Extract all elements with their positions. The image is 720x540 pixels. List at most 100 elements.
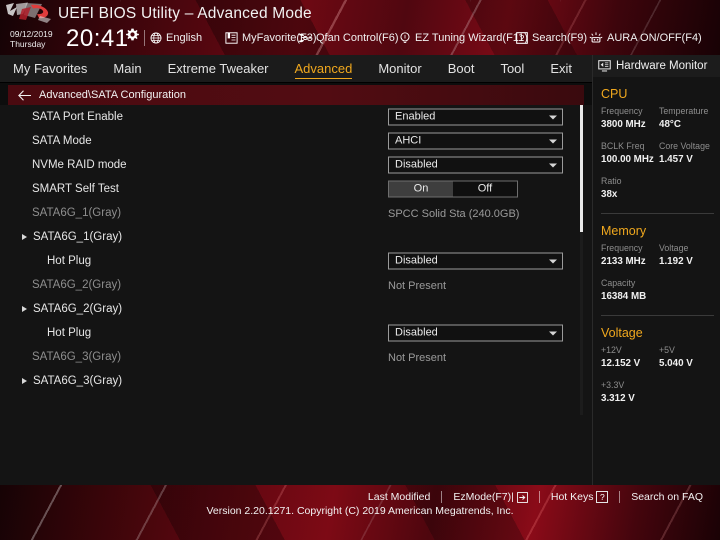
tab-boot[interactable]: Boot [435,55,488,83]
setting-dropdown[interactable]: Disabled [388,324,563,342]
date-value: 09/12/2019 [10,29,53,39]
sidebar-section-title: Memory [601,224,647,238]
header-separator [144,30,145,46]
chevron-down-icon [549,115,557,119]
gear-icon[interactable] [126,28,139,41]
setting-static-value: Not Present [388,352,447,364]
smart-self-test-toggle[interactable]: On Off [388,180,518,198]
setting-label: Hot Plug [47,327,92,339]
search-button[interactable]: ? Search(F9) [516,30,587,46]
footer-action-label: EzMode(F7)| [453,491,514,503]
setting-label: NVMe RAID mode [32,159,127,171]
main-tab-bar: My Favorites Main Extreme Tweaker Advanced M… [0,55,592,83]
exit-arrow-icon [516,491,528,503]
back-arrow-icon[interactable] [18,89,31,101]
dropdown-value: Disabled [395,158,438,171]
dropdown-value: Enabled [395,110,436,123]
setting-label-text: SATA6G_2(Gray) [33,303,123,315]
setting-dropdown[interactable]: AHCI [388,132,563,150]
expand-triangle-icon[interactable] [22,378,27,384]
tab-extreme-tweaker[interactable]: Extreme Tweaker [155,55,282,83]
metric-key: Temperature [659,106,709,116]
metric-value: 1.457 V [659,154,693,165]
setting-row[interactable]: SATA6G_3(Gray) Not Present [0,345,570,369]
setting-row[interactable]: Hot Plug Disabled [0,249,570,273]
search-label: Search(F9) [532,32,588,44]
expand-triangle-icon[interactable] [22,234,27,240]
metric-key: +5V [659,345,675,355]
ez-tuning-wizard-button[interactable]: EZ Tuning Wizard(F11) [399,30,528,46]
metric-value: 3800 MHz [601,119,646,130]
setting-dropdown[interactable]: Disabled [388,156,563,174]
breadcrumb[interactable]: Advanced\SATA Configuration [8,85,584,105]
setting-label: SATA Mode [32,135,92,147]
footer-hotkey-badge: ? [596,491,609,503]
sidebar-metric: +12V 12.152 V [601,344,659,371]
footer-action-hot-keys[interactable]: Hot Keys? [540,491,619,503]
tab-advanced[interactable]: Advanced [282,55,366,83]
metric-value: 100.00 MHz [601,154,654,165]
globe-icon [150,32,162,44]
footer-action-last-modified[interactable]: Last Modified [357,491,441,503]
setting-row[interactable]: SATA Port Enable Enabled [0,105,570,129]
ez-tuning-label: EZ Tuning Wizard(F11) [415,32,528,44]
sidebar-metric: Capacity 16384 MB [601,277,659,304]
footer-bar: Last Modified EzMode(F7)| Hot Keys? Search … [0,485,720,540]
metric-key: BCLK Freq [601,141,645,151]
setting-row[interactable]: SATA6G_2(Gray) Not Present [0,273,570,297]
dropdown-value: AHCI [395,134,422,147]
aura-toggle-button[interactable]: AURA ON/OFF(F4) [589,30,702,46]
expand-triangle-icon[interactable] [22,306,27,312]
tab-exit[interactable]: Exit [537,55,585,83]
toggle-on-option[interactable]: On [389,181,453,197]
version-text: Version 2.20.1271. Copyright (C) 2019 Am… [206,505,514,517]
sidebar-metric-row: Ratio 38x [593,175,720,202]
language-button[interactable]: English [150,30,202,46]
setting-row[interactable]: SATA6G_3(Gray) [0,369,570,393]
setting-row[interactable]: NVMe RAID mode Disabled [0,153,570,177]
setting-row[interactable]: Hot Plug Disabled [0,321,570,345]
fan-icon [298,33,312,43]
footer-action-label: Last Modified [367,491,431,503]
sidebar-metric-row: +3.3V 3.312 V [593,379,720,406]
chevron-down-icon [549,163,557,167]
chevron-down-icon [549,259,557,263]
metric-key: Voltage [659,243,689,253]
setting-dropdown[interactable]: Enabled [388,108,563,126]
footer-action-ezmode-f7[interactable]: EzMode(F7)| [442,491,539,503]
qfan-control-button[interactable]: Qfan Control(F6) [297,30,399,46]
footer-action-label: Hot Keys [550,491,594,503]
setting-row[interactable]: SATA6G_1(Gray) [0,225,570,249]
setting-row[interactable]: SMART Self Test On Off [0,177,570,201]
metric-key: +3.3V [601,380,625,390]
aura-light-icon [589,31,603,42]
sidebar-metric: Frequency 3800 MHz [601,105,659,132]
setting-row[interactable]: SATA6G_2(Gray) [0,297,570,321]
settings-list: SATA Port Enable Enabled SATA Mode AHCI NVMe… [0,105,570,393]
setting-static-value: SPCC Solid Sta (240.0GB) [388,208,520,220]
sidebar-body: CPU Frequency 3800 MHz Temperature 48°C BCLK … [593,77,720,406]
tab-my-favorites[interactable]: My Favorites [0,55,100,83]
tab-tool[interactable]: Tool [487,55,537,83]
toggle-off-option[interactable]: Off [453,182,517,197]
setting-row[interactable]: SATA6G_1(Gray) SPCC Solid Sta (240.0GB) [0,201,570,225]
metric-key: Frequency [601,243,643,253]
header-bar: UEFI BIOS Utility – Advanced Mode 09/12/… [0,0,720,55]
setting-label: SATA6G_1(Gray) [32,207,122,219]
sidebar-metric: +5V 5.040 V [659,344,717,371]
page-title: UEFI BIOS Utility – Advanced Mode [58,5,312,22]
footer-action-search-on-faq[interactable]: Search on FAQ [620,491,714,503]
metric-value: 3.312 V [601,393,635,404]
setting-label-text: SATA6G_3(Gray) [33,375,123,387]
setting-label: SATA6G_1(Gray) [0,231,122,243]
setting-label: SATA6G_2(Gray) [32,279,122,291]
setting-dropdown[interactable]: Disabled [388,252,563,270]
tab-main[interactable]: Main [100,55,154,83]
bookmark-icon [225,32,238,44]
setting-row[interactable]: SATA Mode AHCI [0,129,570,153]
tab-monitor[interactable]: Monitor [365,55,434,83]
scrollbar-thumb[interactable] [580,105,583,232]
metric-key: Capacity [601,278,636,288]
